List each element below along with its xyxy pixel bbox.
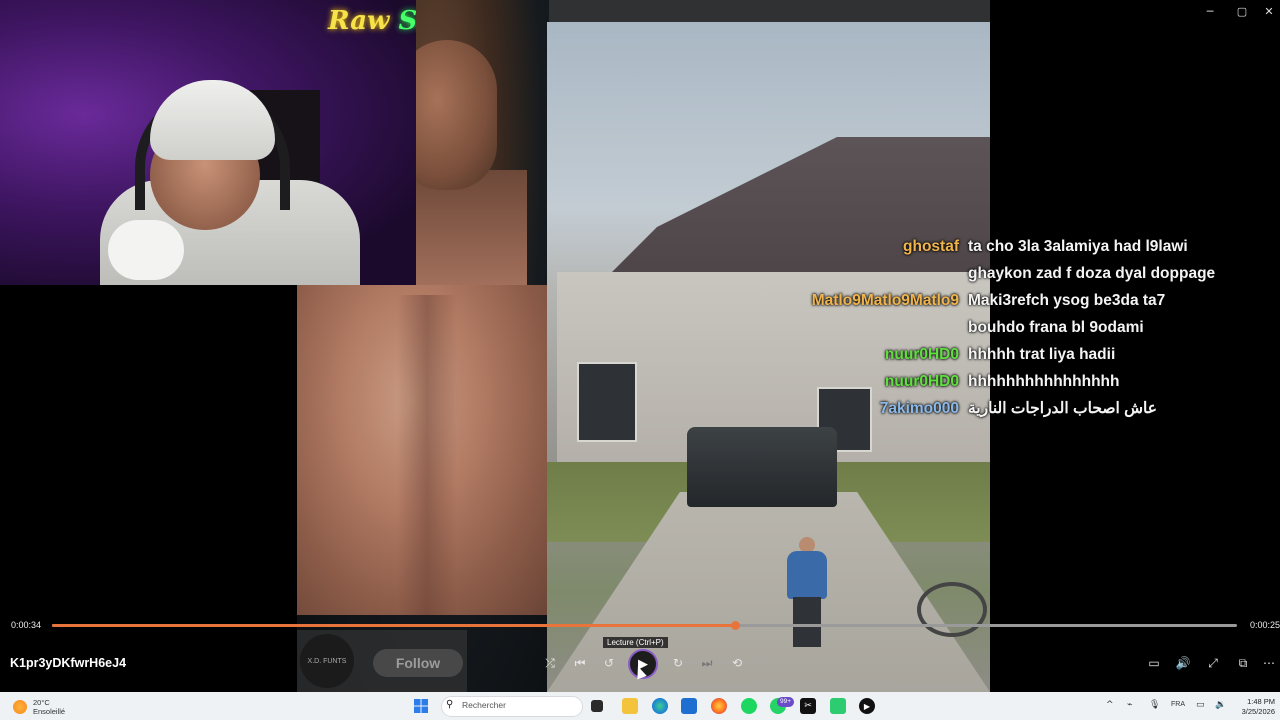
- streamer-webcam: Raw Sauce: [0, 0, 416, 285]
- volume-icon[interactable]: 🔊: [1172, 652, 1194, 674]
- display-tray-icon[interactable]: ▭: [1196, 700, 1205, 710]
- window-titlebar: ─ ▢ ✕: [0, 0, 1280, 22]
- chat-username: 7akimo000: [879, 400, 959, 417]
- person-walking: [787, 537, 827, 647]
- chat-text: bouhdo frana bl 9odami: [968, 319, 1144, 336]
- taskbar-search-placeholder[interactable]: Rechercher: [462, 700, 506, 710]
- forward-30-icon[interactable]: ↻: [667, 652, 689, 674]
- chat-message: nuur0HD0 hhhhh trat liya hadii: [700, 341, 1260, 368]
- chat-message: ghaykon zad f doza dyal doppage: [700, 260, 1260, 287]
- weather-description[interactable]: Ensoleillé: [33, 707, 65, 716]
- windows-start-icon[interactable]: [413, 698, 429, 714]
- chat-username: ghostaf: [903, 238, 959, 255]
- microphone-tray-icon[interactable]: 🎙: [1149, 700, 1160, 710]
- chat-username: Matlo9Matlo9Matlo9: [811, 292, 959, 309]
- chat-text: عاش اصحاب الدراجات النارية: [968, 400, 1157, 417]
- clock-time[interactable]: 1:48 PM: [1245, 697, 1275, 706]
- house-window: [577, 362, 637, 442]
- chat-message: nuur0HD0 hhhhhhhhhhhhhhhh: [700, 368, 1260, 395]
- microsoft-store-icon[interactable]: [681, 698, 697, 714]
- capcut-icon[interactable]: ✂: [800, 698, 816, 714]
- fullscreen-icon[interactable]: ⤢: [1202, 652, 1224, 674]
- network-icon[interactable]: ⌁: [1127, 700, 1132, 710]
- play-tooltip: Lecture (Ctrl+P): [603, 637, 668, 648]
- chat-message: 7akimo000 عاش اصحاب الدراجات النارية: [700, 395, 1260, 422]
- chat-overlay: ghostaf ta cho 3la 3alamiya had l9lawi gha…: [700, 233, 1260, 422]
- tray-chevron-icon[interactable]: ^: [1106, 700, 1114, 710]
- cast-icon[interactable]: ⧉: [1232, 652, 1254, 674]
- language-indicator[interactable]: FRA: [1171, 701, 1185, 708]
- firefox-icon[interactable]: [711, 698, 727, 714]
- chat-text: ghaykon zad f doza dyal doppage: [968, 265, 1216, 282]
- maximize-button[interactable]: ▢: [1226, 0, 1258, 22]
- minimize-button[interactable]: ─: [1194, 0, 1226, 22]
- chat-text: Maki3refch ysog be3da ta7: [968, 292, 1166, 309]
- chat-username: nuur0HD0: [884, 346, 959, 363]
- chat-text: ta cho 3la 3alamiya had l9lawi: [968, 238, 1188, 255]
- clock-date[interactable]: 3/25/2026: [1236, 707, 1275, 716]
- follow-button[interactable]: Follow: [373, 649, 463, 677]
- more-options-icon[interactable]: ⋯: [1258, 652, 1280, 674]
- notification-badge: 99+: [777, 697, 795, 707]
- time-elapsed: 0:00:34: [11, 620, 42, 630]
- android-app-icon[interactable]: [830, 698, 846, 714]
- edge-browser-icon[interactable]: [652, 698, 668, 714]
- sun-icon[interactable]: [13, 700, 27, 714]
- repeat-icon[interactable]: ⟲: [726, 652, 748, 674]
- volume-tray-icon[interactable]: 🔉: [1215, 700, 1226, 710]
- shuffle-icon[interactable]: ⤮: [539, 652, 561, 674]
- file-explorer-icon[interactable]: [622, 698, 638, 714]
- parked-truck: [687, 427, 837, 507]
- miniplayer-icon[interactable]: ▭: [1143, 652, 1165, 674]
- weather-temperature[interactable]: 20°C: [33, 698, 50, 707]
- chat-text: hhhhh trat liya hadii: [968, 346, 1116, 363]
- microphone: [108, 220, 184, 280]
- time-remaining: 0:00:25: [1250, 620, 1280, 630]
- task-view-icon[interactable]: [591, 700, 603, 712]
- chat-message: ghostaf ta cho 3la 3alamiya had l9lawi: [700, 233, 1260, 260]
- media-title: K1pr3yDKfwrH6eJ4: [10, 656, 127, 670]
- motorbike-wheel: [917, 582, 987, 637]
- media-player-icon[interactable]: ▶: [859, 698, 875, 714]
- seek-bar-thumb[interactable]: [730, 621, 740, 630]
- channel-avatar: X.D. FUNTS: [300, 634, 354, 688]
- chat-message: Matlo9Matlo9Matlo9 Maki3refch ysog be3da …: [700, 287, 1260, 314]
- next-icon[interactable]: ⏭: [696, 652, 718, 674]
- chat-username: nuur0HD0: [884, 373, 959, 390]
- actor-torso: [297, 285, 549, 615]
- chat-text: hhhhhhhhhhhhhhhh: [968, 373, 1120, 390]
- close-button[interactable]: ✕: [1258, 0, 1280, 22]
- previous-icon[interactable]: ⏮: [569, 652, 591, 674]
- torso-shade: [397, 295, 457, 615]
- seek-bar-progress: [52, 624, 735, 627]
- search-icon: ⚲: [446, 699, 454, 710]
- spotify-icon[interactable]: [741, 698, 757, 714]
- taskbar: 20°C Ensoleillé ⚲ Rechercher ✂ ▶ ^ ⌁ 🎙 F…: [0, 692, 1280, 720]
- chat-message: bouhdo frana bl 9odami: [700, 314, 1260, 341]
- rewind-10-icon[interactable]: ↺: [598, 652, 620, 674]
- seek-bar[interactable]: [52, 621, 1237, 630]
